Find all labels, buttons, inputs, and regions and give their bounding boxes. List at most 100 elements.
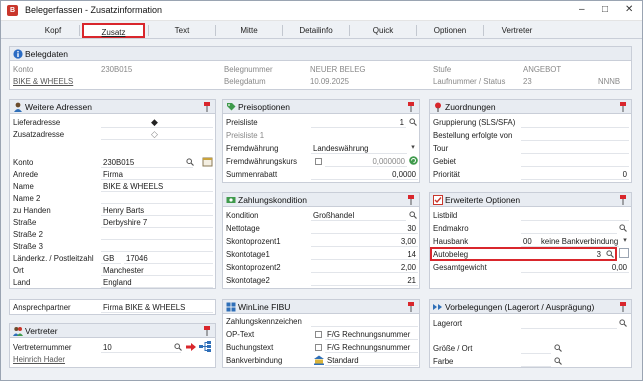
tab-zusatz[interactable]: Zusatz xyxy=(82,23,145,38)
nettotage-label: Nettotage xyxy=(226,224,260,233)
preisliste-input[interactable]: 1 xyxy=(311,117,406,128)
laender-input[interactable]: GB xyxy=(101,253,121,264)
strasse-input[interactable]: Derbyshire 7 xyxy=(101,217,213,228)
kondition-input[interactable]: Großhandel xyxy=(311,210,406,221)
search-icon[interactable] xyxy=(409,211,417,219)
vertreternummer-label: Vertreternummer xyxy=(13,343,72,352)
op-text-input[interactable]: F/G Rechnungsnummer xyxy=(325,329,418,340)
tab-mitte[interactable]: Mitte xyxy=(218,23,280,38)
belegnummer-label: Belegnummer xyxy=(224,65,273,74)
calendar-icon[interactable] xyxy=(202,156,213,167)
konto-input[interactable]: 230B015 xyxy=(101,157,193,168)
search-icon[interactable] xyxy=(174,343,182,351)
strasse2-input[interactable] xyxy=(101,229,213,240)
gesamtgewicht-input[interactable]: 0,00 xyxy=(521,262,629,273)
skontoprozent2-input[interactable]: 2,00 xyxy=(311,262,418,273)
search-icon[interactable] xyxy=(619,224,627,232)
summenrabatt-label: Summenrabatt xyxy=(226,170,278,179)
search-icon[interactable] xyxy=(186,158,194,166)
vertreter-name-link[interactable]: Heinrich Hader xyxy=(13,355,65,364)
pin-icon[interactable] xyxy=(619,301,627,312)
pin-icon[interactable] xyxy=(203,101,211,112)
lagerort-input[interactable] xyxy=(521,318,617,329)
stufe-value: ANGEBOT xyxy=(523,65,562,74)
pin-icon[interactable] xyxy=(407,101,415,112)
search-icon[interactable] xyxy=(409,118,417,126)
strasse3-input[interactable] xyxy=(101,241,213,252)
panel-header: Vorbelegungen (Lagerort / Ausprägung) xyxy=(430,300,631,314)
gebiet-input[interactable] xyxy=(521,156,629,167)
chevron-down-icon[interactable]: ▾ xyxy=(409,144,417,152)
fremdkurs-checkbox[interactable] xyxy=(315,158,322,165)
farbe-input[interactable] xyxy=(521,356,551,367)
buchungstext-checkbox[interactable] xyxy=(315,344,322,351)
lieferadresse-label: Lieferadresse xyxy=(13,118,61,127)
bank-icon xyxy=(314,355,324,365)
tab-quick[interactable]: Quick xyxy=(352,23,414,38)
ort-input[interactable]: Manchester xyxy=(101,265,213,276)
search-icon[interactable] xyxy=(554,357,562,365)
payment-icon xyxy=(226,197,236,203)
customer-name-link[interactable]: BIKE & WHEELS xyxy=(13,77,73,86)
nettotage-input[interactable]: 30 xyxy=(311,223,418,234)
skontoprozent1-input[interactable]: 3,00 xyxy=(311,236,418,247)
endmakro-input[interactable] xyxy=(521,223,617,234)
anrede-input[interactable]: Firma xyxy=(101,169,213,180)
pin-icon[interactable] xyxy=(619,101,627,112)
summenrabatt-input[interactable]: 0,0000 xyxy=(311,169,418,180)
plz-input[interactable]: 17046 xyxy=(124,253,213,264)
fremdkurs-input[interactable]: 0,000000 xyxy=(325,156,407,167)
land-input[interactable]: England xyxy=(101,277,213,288)
anrede-label: Anrede xyxy=(13,170,39,179)
window-title: Belegerfassen - Zusatzinformation xyxy=(25,5,163,15)
gruppierung-input[interactable] xyxy=(521,117,629,128)
pin-icon[interactable] xyxy=(407,194,415,205)
zuhanden-input[interactable]: Henry Barts xyxy=(101,205,213,216)
listbild-input[interactable] xyxy=(521,210,629,221)
bestellung-input[interactable] xyxy=(521,130,629,141)
vertreternummer-input[interactable]: 10 xyxy=(101,342,181,353)
marker-icon xyxy=(435,102,441,112)
zahlungskennzeichen-input[interactable] xyxy=(311,316,418,327)
close-button[interactable]: ✕ xyxy=(625,4,633,16)
arrow-right-icon[interactable] xyxy=(186,343,196,351)
fremdwaehrung-select[interactable]: Landeswährung xyxy=(311,143,407,154)
pin-icon[interactable] xyxy=(203,325,211,336)
buchungstext-input[interactable]: F/G Rechnungsnummer xyxy=(325,342,418,353)
bankverbindung-input[interactable]: Standard xyxy=(325,355,418,366)
info-icon xyxy=(13,49,23,59)
endmakro-label: Endmakro xyxy=(433,224,469,233)
minimize-button[interactable]: – xyxy=(579,4,585,16)
pin-icon[interactable] xyxy=(407,301,415,312)
name2-input[interactable] xyxy=(101,193,213,204)
tour-label: Tour xyxy=(433,144,449,153)
bestellung-label: Bestellung erfolgte von xyxy=(433,131,513,140)
hierarchy-icon[interactable] xyxy=(199,341,211,352)
skontotage2-input[interactable]: 21 xyxy=(311,275,418,286)
refresh-icon[interactable] xyxy=(409,156,418,165)
fibu-icon xyxy=(226,302,236,312)
tab-vertreter[interactable]: Vertreter xyxy=(486,23,548,38)
chevron-down-icon[interactable]: ▾ xyxy=(621,237,629,245)
op-text-checkbox[interactable] xyxy=(315,331,322,338)
pin-icon[interactable] xyxy=(619,194,627,205)
panel-header: Zuordnungen xyxy=(430,100,631,114)
maximize-button[interactable]: □ xyxy=(602,4,608,16)
konto-label: Konto xyxy=(13,65,34,74)
search-icon[interactable] xyxy=(619,319,627,327)
tab-text[interactable]: Text xyxy=(151,23,213,38)
name-input[interactable]: BIKE & WHEELS xyxy=(101,181,213,192)
tab-detailinfo[interactable]: Detailinfo xyxy=(285,23,347,38)
groesse-input[interactable] xyxy=(521,343,551,354)
hausbank-input[interactable]: 00 xyxy=(521,236,539,247)
tab-separator xyxy=(349,25,350,36)
tab-optionen[interactable]: Optionen xyxy=(419,23,481,38)
prioritaet-input[interactable]: 0 xyxy=(521,169,629,180)
skontoprozent2-label: Skontoprozent2 xyxy=(226,263,281,272)
tour-input[interactable] xyxy=(521,143,629,154)
autobeleg-button[interactable] xyxy=(619,248,629,258)
tab-kopf[interactable]: Kopf xyxy=(29,23,77,38)
ansprechpartner-input[interactable]: Firma BIKE & WHEELS xyxy=(101,302,213,313)
skontotage1-input[interactable]: 14 xyxy=(311,249,418,260)
search-icon[interactable] xyxy=(554,344,562,352)
